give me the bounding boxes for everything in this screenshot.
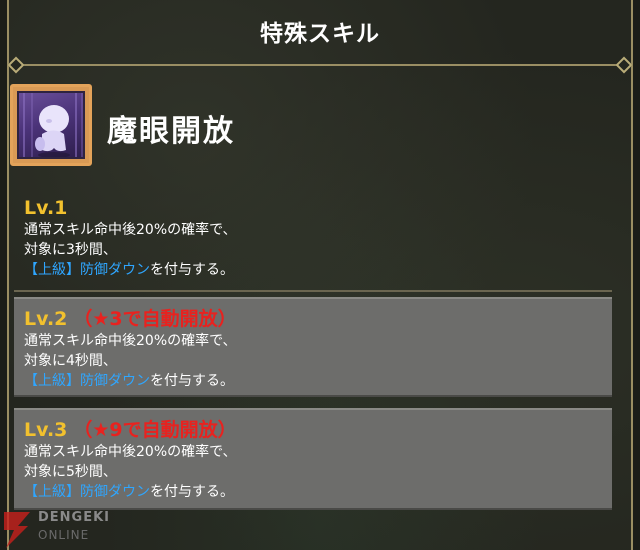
unlock-condition: （★9で自動開放） bbox=[73, 419, 237, 441]
level-desc-line-2: 対象に4秒間、 bbox=[24, 353, 117, 369]
skill-icon-frame bbox=[10, 84, 92, 166]
level-desc-line-2: 対象に3秒間、 bbox=[24, 242, 117, 258]
title-divider bbox=[14, 64, 626, 66]
panel-title: 特殊スキル bbox=[260, 21, 380, 47]
unlock-condition: （★3で自動開放） bbox=[73, 308, 237, 330]
level-desc-line-1: 通常スキル命中後20%の確率で、 bbox=[24, 222, 237, 238]
level-2-section: Lv.2 （★3で自動開放） 通常スキル命中後20%の確率で、 対象に4秒間、 【… bbox=[14, 297, 612, 397]
watermark-text: DENGEKI bbox=[38, 510, 111, 525]
effect-tag: 【上級】防御ダウン bbox=[24, 262, 150, 278]
watermark-subtext: ONLINE bbox=[38, 528, 90, 542]
effect-tag: 【上級】防御ダウン bbox=[24, 484, 150, 500]
ghost-silhouette-icon bbox=[17, 91, 85, 159]
level-desc-line-1: 通常スキル命中後20%の確率で、 bbox=[24, 444, 237, 460]
skill-name: 魔眼開放 bbox=[107, 114, 235, 149]
level-effect-line: 【上級】防御ダウンを付与する。 bbox=[24, 482, 612, 502]
effect-tag: 【上級】防御ダウン bbox=[24, 373, 150, 389]
effect-suffix: を付与する。 bbox=[150, 262, 234, 278]
effect-suffix: を付与する。 bbox=[150, 373, 234, 389]
level-effect-line: 【上級】防御ダウンを付与する。 bbox=[24, 260, 612, 280]
level-desc-line-2: 対象に5秒間、 bbox=[24, 464, 117, 480]
level-desc-line-1: 通常スキル命中後20%の確率で、 bbox=[24, 333, 237, 349]
level-3-section: Lv.3 （★9で自動開放） 通常スキル命中後20%の確率で、 対象に5秒間、 【… bbox=[14, 408, 612, 510]
level-label: Lv.1 bbox=[24, 197, 68, 219]
level-1-section: Lv.1 通常スキル命中後20%の確率で、 対象に3秒間、 【上級】防御ダウンを… bbox=[14, 188, 612, 284]
level-divider bbox=[14, 290, 612, 292]
level-label: Lv.3 bbox=[24, 419, 68, 441]
effect-suffix: を付与する。 bbox=[150, 484, 234, 500]
level-effect-line: 【上級】防御ダウンを付与する。 bbox=[24, 371, 612, 391]
level-label: Lv.2 bbox=[24, 308, 68, 330]
